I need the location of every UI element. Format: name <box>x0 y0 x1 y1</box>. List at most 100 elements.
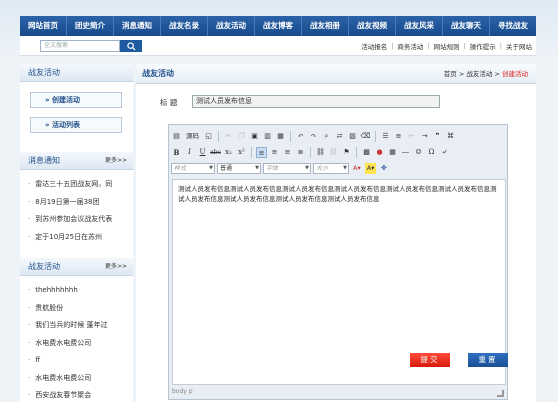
list-item[interactable]: ff <box>28 352 133 370</box>
nav-activities[interactable]: 战友活动 <box>208 16 255 36</box>
toolbar-row-2: B I U abc x₂ x² ≡ ≡ ≡ ≣ ⛓ ⛓ ⚑ ▩ ● ▦ ― ☺ … <box>171 145 450 159</box>
main-header: 战友活动 首页 > 战友活动 > 创建活动 <box>136 64 536 84</box>
activity-list-link[interactable]: » 活动列表 <box>30 117 122 133</box>
link-tips[interactable]: 操作提示 <box>470 41 496 51</box>
search-icon <box>126 41 136 51</box>
undo-icon[interactable]: ↶ <box>295 131 306 142</box>
list-item[interactable]: 我们当兵的时候 蓬年过 <box>28 317 133 335</box>
select-all-icon[interactable]: ▨ <box>347 131 358 142</box>
activity-more-link[interactable]: 更多>> <box>105 258 127 276</box>
align-left-icon[interactable]: ≡ <box>256 146 267 158</box>
search-button[interactable] <box>120 40 142 52</box>
blockquote-icon[interactable]: ❞ <box>432 131 443 142</box>
link-business[interactable]: 商务活动 <box>397 41 423 51</box>
nav-find[interactable]: 寻找战友 <box>490 16 536 36</box>
list-item[interactable]: 雷达三十五团战友网，同 <box>28 176 133 194</box>
indent-icon[interactable]: ⇥ <box>419 131 430 142</box>
link-icon[interactable]: ⛓ <box>315 147 326 158</box>
redo-icon[interactable]: ↷ <box>308 131 319 142</box>
news-more-link[interactable]: 更多>> <box>105 152 127 170</box>
list-item[interactable]: 定于10月25日在苏州 <box>28 229 133 247</box>
nav-notices[interactable]: 消息通知 <box>114 16 161 36</box>
nav-chat[interactable]: 战友聊天 <box>443 16 490 36</box>
table-icon[interactable]: ▦ <box>387 147 398 158</box>
cut-icon[interactable]: ✂ <box>223 131 234 142</box>
paste-word-icon[interactable]: ▦ <box>275 131 286 142</box>
bg-color-icon[interactable]: A▾ <box>364 162 377 174</box>
crumb-section[interactable]: 战友活动 <box>466 70 492 78</box>
editor-toolbar: ▤ 源码 ◱ ✂ ❐ ▣ ▥ ▦ ↶ ↷ ⌕ ⇄ ▨ ⌫ ☰ ≡ ⇤ ⇥ ❞ ⌘… <box>171 127 505 177</box>
format-select[interactable]: 普通 <box>217 162 261 174</box>
source-button[interactable]: 源码 <box>184 131 201 142</box>
strike-icon[interactable]: abc <box>210 147 221 158</box>
unlink-icon[interactable]: ⛓ <box>328 147 339 158</box>
paste-icon[interactable]: ▣ <box>249 131 260 142</box>
submit-button[interactable]: 提交 <box>410 353 450 367</box>
crumb-current: 创建活动 <box>502 70 528 78</box>
breadcrumb: 首页 > 战友活动 > 创建活动 <box>443 70 528 78</box>
underline-icon[interactable]: U <box>197 147 208 158</box>
list-item[interactable]: 到苏州参加会议战友代表 <box>28 211 133 229</box>
create-activity-link[interactable]: » 创建活动 <box>30 92 122 108</box>
subscript-icon[interactable]: x₂ <box>223 147 234 158</box>
nav-blog[interactable]: 战友博客 <box>255 16 302 36</box>
news-box-head: 消息通知 更多>> <box>20 152 133 170</box>
text-color-icon[interactable]: A▾ <box>351 163 363 174</box>
eraser-icon[interactable]: ⌫ <box>360 131 371 142</box>
justify-icon[interactable]: ≣ <box>295 147 306 158</box>
bullet-list-icon[interactable]: ≡ <box>393 131 404 142</box>
list-item[interactable]: thehhhhhhh <box>28 282 133 300</box>
align-center-icon[interactable]: ≡ <box>269 147 280 158</box>
smiley-icon[interactable]: ☺ <box>413 147 424 158</box>
maximize-icon[interactable]: ✥ <box>378 163 389 174</box>
nav-directory[interactable]: 战友名录 <box>161 16 208 36</box>
special-char-icon[interactable]: Ω <box>426 147 437 158</box>
activity-menu-box: 战友活动 » 创建活动 » 活动列表 <box>20 64 133 146</box>
list-item[interactable]: 8月19日第一届38团 <box>28 194 133 212</box>
page-break-icon[interactable]: ⤶ <box>439 147 450 158</box>
preview-icon[interactable]: ◱ <box>203 131 214 142</box>
hr-icon[interactable]: ― <box>400 147 411 158</box>
font-select[interactable]: 字体 <box>263 162 311 174</box>
quick-links: 活动报名 | 商务活动 | 网站规则 | 操作提示 | 关于网站 <box>361 41 532 51</box>
anchor-icon[interactable]: ⚑ <box>341 147 352 158</box>
crumb-home[interactable]: 首页 <box>444 70 457 78</box>
image-icon[interactable]: ▩ <box>361 147 372 158</box>
list-item[interactable]: 水电费水电费公司 <box>28 370 133 388</box>
activity-list-title: 战友活动 <box>28 262 60 271</box>
nav-history[interactable]: 团史简介 <box>67 16 114 36</box>
flash-icon[interactable]: ● <box>374 147 385 158</box>
link-about[interactable]: 关于网站 <box>506 41 532 51</box>
main-panel: 战友活动 首页 > 战友活动 > 创建活动 标 题 测试人员发布信息 ▤ 源码 … <box>136 64 536 402</box>
main-nav: 网站首页 团史简介 消息通知 战友名录 战友活动 战友博客 战友相册 战友视频 … <box>20 16 536 36</box>
link-signup[interactable]: 活动报名 <box>361 41 387 51</box>
superscript-icon[interactable]: x² <box>236 147 247 158</box>
style-select[interactable]: 样式 <box>171 162 215 174</box>
paste-text-icon[interactable]: ▥ <box>262 131 273 142</box>
div-icon[interactable]: ⌘ <box>445 131 456 142</box>
search-input[interactable]: 全文搜索 <box>40 40 120 52</box>
size-select[interactable]: 大小 <box>313 162 349 174</box>
list-item[interactable]: 贵航股份 <box>28 300 133 318</box>
copy-icon[interactable]: ❐ <box>236 131 247 142</box>
title-input[interactable]: 测试人员发布信息 <box>192 95 440 108</box>
italic-icon[interactable]: I <box>184 147 195 158</box>
reset-button[interactable]: 重置 <box>468 353 508 367</box>
list-item[interactable]: 水电费水电费公司 <box>28 335 133 353</box>
toolbar-row-1: ▤ 源码 ◱ ✂ ❐ ▣ ▥ ▦ ↶ ↷ ⌕ ⇄ ▨ ⌫ ☰ ≡ ⇤ ⇥ ❞ ⌘ <box>171 129 456 143</box>
resize-grip[interactable] <box>497 390 504 397</box>
nav-video[interactable]: 战友视频 <box>349 16 396 36</box>
numbered-list-icon[interactable]: ☰ <box>380 131 391 142</box>
bold-icon[interactable]: B <box>171 147 182 158</box>
nav-style[interactable]: 战友风采 <box>396 16 443 36</box>
link-rules[interactable]: 网站规则 <box>434 41 460 51</box>
align-right-icon[interactable]: ≡ <box>282 147 293 158</box>
source-icon[interactable]: ▤ <box>171 131 182 142</box>
nav-home[interactable]: 网站首页 <box>20 16 67 36</box>
outdent-icon[interactable]: ⇤ <box>406 131 417 142</box>
find-icon[interactable]: ⌕ <box>321 131 332 142</box>
nav-album[interactable]: 战友相册 <box>302 16 349 36</box>
editor-content[interactable]: 测试人员发布信息测试人员发布信息测试人员发布信息测试人员发布信息测试人员发布信息… <box>172 179 506 385</box>
replace-icon[interactable]: ⇄ <box>334 131 345 142</box>
list-item[interactable]: 西安战友春节聚会 <box>28 387 133 402</box>
